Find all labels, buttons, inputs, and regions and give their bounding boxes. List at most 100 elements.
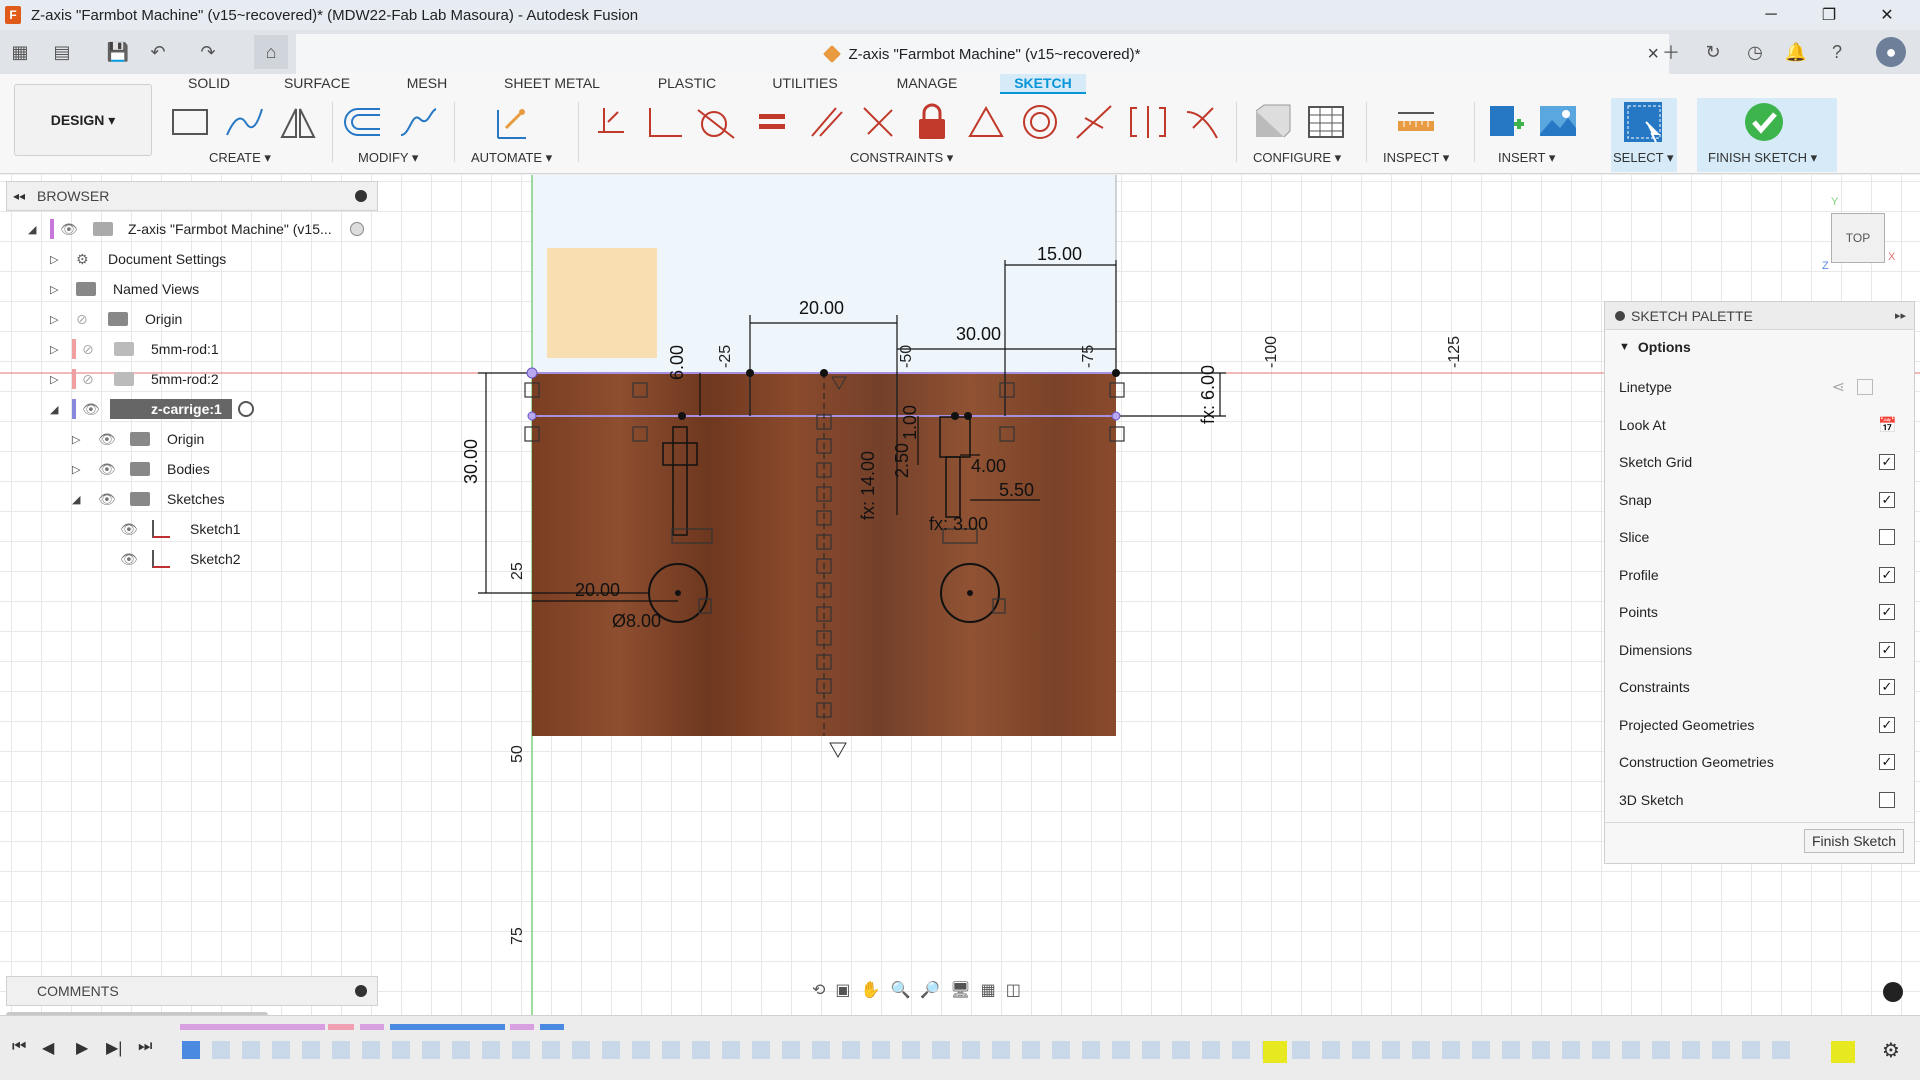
close-window-button[interactable]: ✕ <box>1859 0 1915 30</box>
hidden-eye-icon[interactable]: ⊘ <box>82 371 94 388</box>
construction-geometries-checkbox[interactable]: ✓ <box>1879 754 1895 770</box>
job-status-icon[interactable]: ◷ <box>1743 40 1767 64</box>
spline-edit-icon[interactable] <box>398 102 438 142</box>
display-settings-icon[interactable]: 🖥 <box>950 980 970 1000</box>
line-tool-icon[interactable] <box>224 102 264 142</box>
tab-utilities[interactable]: UTILITIES <box>768 74 842 94</box>
symmetry-icon[interactable] <box>1128 102 1168 142</box>
active-component-radio-icon[interactable] <box>238 401 254 417</box>
tree-item-5mm-rod-1[interactable]: ▷ ⊘ 5mm-rod:1 <box>0 336 376 362</box>
tree-item-sketches[interactable]: ◢ 👁 Sketches <box>0 486 376 512</box>
slice-checkbox[interactable] <box>1879 529 1895 545</box>
zoom-window-icon[interactable]: 🔎 <box>920 980 940 1000</box>
hidden-eye-icon[interactable]: ⊘ <box>76 311 88 328</box>
viewcube[interactable]: TOP <box>1831 213 1885 263</box>
option-snap[interactable]: Snap ✓ <box>1619 485 1909 515</box>
finish-sketch-group-label[interactable]: FINISH SKETCH ▾ <box>1708 150 1817 166</box>
document-tab[interactable]: Z-axis "Farmbot Machine" (v15~recovered)… <box>296 34 1669 74</box>
sketch-palette-header[interactable]: SKETCH PALETTE ▸▸ <box>1605 302 1914 330</box>
save-icon[interactable]: 💾 <box>106 40 130 64</box>
close-tab-button[interactable]: × <box>1647 43 1659 66</box>
notifications-icon[interactable]: 🔔 <box>1784 40 1808 64</box>
option-dimensions[interactable]: Dimensions ✓ <box>1619 635 1909 665</box>
finish-sketch-button[interactable]: Finish Sketch <box>1804 829 1904 853</box>
constraints-group-label[interactable]: CONSTRAINTS ▾ <box>850 150 953 166</box>
create-group-label[interactable]: CREATE ▾ <box>209 150 271 166</box>
zoom-icon[interactable]: 🔍 <box>890 980 910 1000</box>
insert-derive-icon[interactable] <box>1486 102 1526 142</box>
redo-icon[interactable]: ↷ <box>196 40 220 64</box>
inspect-group-label[interactable]: INSPECT ▾ <box>1383 150 1449 166</box>
concentric-icon[interactable] <box>1020 102 1060 142</box>
dimension-label[interactable]: 30.00 <box>956 324 1001 345</box>
hidden-eye-icon[interactable]: ⊘ <box>82 341 94 358</box>
timeline-last-icon[interactable]: ⏭ <box>138 1038 152 1056</box>
insert-canvas-icon[interactable] <box>1538 102 1578 142</box>
parallel-icon[interactable] <box>806 102 846 142</box>
visibility-eye-icon[interactable]: 👁 <box>82 401 100 418</box>
timeline-prev-icon[interactable]: ◀ <box>42 1038 54 1058</box>
collapse-options-icon[interactable]: ▼ <box>1619 341 1630 353</box>
palette-options-icon[interactable] <box>1615 310 1625 321</box>
tree-item-origin-sub[interactable]: ▷ 👁 Origin <box>0 426 376 452</box>
automate-group-label[interactable]: AUTOMATE ▾ <box>471 150 552 166</box>
mirror-tool-icon[interactable] <box>278 102 318 142</box>
orbit-icon[interactable]: ⟲ <box>812 980 825 1000</box>
dimension-label[interactable]: 1.00 <box>900 405 921 440</box>
measure-icon[interactable] <box>1396 102 1436 142</box>
configure-table-icon[interactable] <box>1306 102 1346 142</box>
file-menu-icon[interactable]: ▤ <box>50 40 74 64</box>
dimension-label[interactable]: 5.50 <box>999 480 1034 501</box>
tab-sheet-metal[interactable]: SHEET METAL <box>500 74 604 94</box>
timeline-next-icon[interactable]: ▶| <box>106 1038 122 1058</box>
dimensions-checkbox[interactable]: ✓ <box>1879 642 1895 658</box>
tab-sketch[interactable]: SKETCH <box>1000 74 1086 94</box>
browser-options-icon[interactable] <box>355 190 367 202</box>
dimension-label[interactable]: fx: 3.00 <box>929 514 988 535</box>
look-at-icon[interactable]: 📅 <box>1878 416 1897 434</box>
activate-radio-icon[interactable] <box>350 222 364 236</box>
linetype-centerline-icon[interactable] <box>1857 379 1873 395</box>
visibility-eye-icon[interactable]: 👁 <box>60 221 78 238</box>
tab-plastic[interactable]: PLASTIC <box>652 74 722 94</box>
option-look-at[interactable]: Look At 📅 <box>1619 410 1909 440</box>
automate-dimension-icon[interactable] <box>492 102 532 142</box>
timeline-feature-highlight[interactable] <box>1263 1041 1287 1063</box>
offset-tool-icon[interactable] <box>344 102 384 142</box>
dimension-label[interactable]: 4.00 <box>971 456 1006 477</box>
status-icon[interactable] <box>1883 982 1903 1002</box>
tree-item-z-carrige[interactable]: ◢ 👁 z-carrige:1 <box>0 396 376 422</box>
undo-icon[interactable]: ↶ <box>146 40 170 64</box>
equal-icon[interactable] <box>752 102 792 142</box>
visibility-eye-icon[interactable]: 👁 <box>120 521 138 538</box>
midpoint-icon[interactable] <box>1074 102 1114 142</box>
select-group-label[interactable]: SELECT ▾ <box>1613 150 1673 166</box>
grid-settings-icon[interactable]: ▦ <box>981 980 996 1000</box>
timeline-feature-icon[interactable] <box>182 1041 200 1059</box>
option-profile[interactable]: Profile ✓ <box>1619 560 1909 590</box>
extensions-icon[interactable]: ↻ <box>1701 40 1725 64</box>
minimize-button[interactable]: ─ <box>1743 0 1799 30</box>
constraints-checkbox[interactable]: ✓ <box>1879 679 1895 695</box>
sketch-grid-checkbox[interactable]: ✓ <box>1879 454 1895 470</box>
3d-sketch-checkbox[interactable] <box>1879 792 1895 808</box>
curvature-icon[interactable] <box>1182 102 1222 142</box>
tree-item-named-views[interactable]: ▷ Named Views <box>0 276 376 302</box>
tree-item-sketch1[interactable]: 👁 Sketch1 <box>0 516 376 542</box>
fix-lock-icon[interactable] <box>912 102 952 142</box>
comments-panel-header[interactable]: COMMENTS <box>6 976 378 1006</box>
browser-panel-header[interactable]: ◂◂ BROWSER <box>6 181 378 211</box>
collapse-browser-icon[interactable]: ◂◂ <box>13 189 25 203</box>
tab-manage[interactable]: MANAGE <box>892 74 962 94</box>
dimension-label[interactable]: 2.50 <box>892 443 913 478</box>
tree-item-document-settings[interactable]: ▷ ⚙ Document Settings <box>0 246 376 272</box>
dimension-label[interactable]: fx: 14.00 <box>858 451 879 520</box>
projected-geometries-checkbox[interactable]: ✓ <box>1879 717 1895 733</box>
dimension-label[interactable]: fx: 6.00 <box>1198 365 1219 424</box>
finish-sketch-check-icon[interactable] <box>1744 102 1784 142</box>
workspace-switcher[interactable]: DESIGN ▾ <box>14 84 152 156</box>
tab-mesh[interactable]: MESH <box>402 74 452 94</box>
dimension-label[interactable]: 20.00 <box>799 298 844 319</box>
change-parameters-icon[interactable] <box>1252 102 1292 142</box>
triangle-constraint-icon[interactable] <box>966 102 1006 142</box>
